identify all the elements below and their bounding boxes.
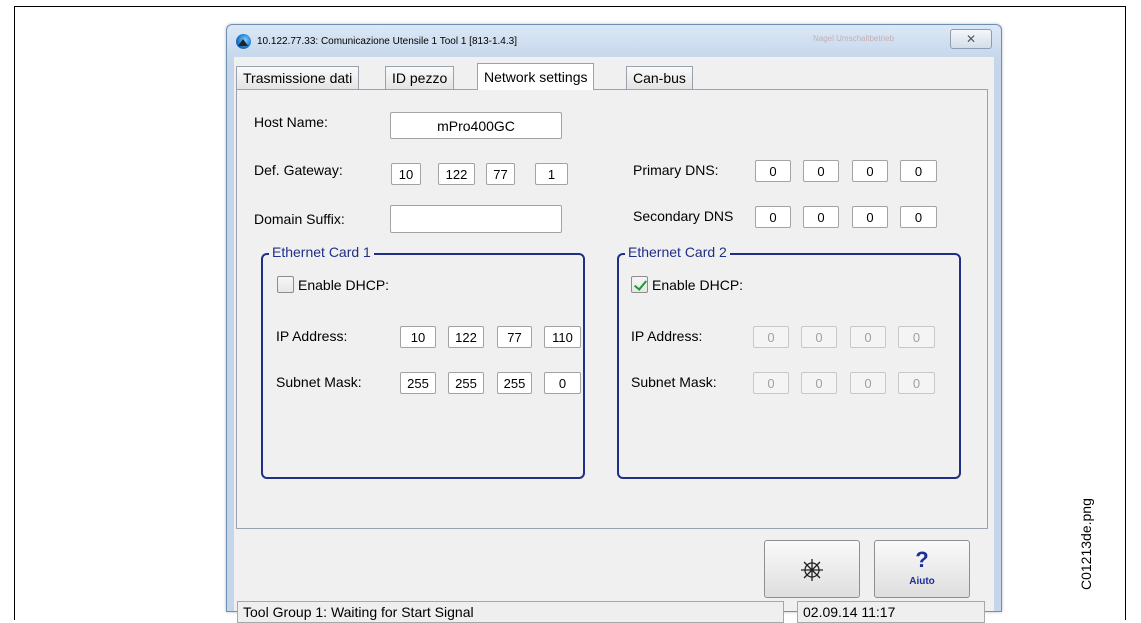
primary-dns-octet-2[interactable]: 0 (803, 160, 839, 182)
gateway-octet-4[interactable]: 1 (535, 163, 568, 185)
primary-dns-octet-3[interactable]: 0 (852, 160, 888, 182)
gateway-label: Def. Gateway: (254, 162, 343, 178)
card-2-dhcp-label: Enable DHCP: (652, 277, 744, 293)
primary-dns-label: Primary DNS: (633, 162, 719, 178)
card-1-dhcp-checkbox[interactable] (277, 276, 294, 293)
secondary-dns-octet-3[interactable]: 0 (852, 206, 888, 228)
primary-dns-octet-1[interactable]: 0 (755, 160, 791, 182)
client-area: Trasmissione dati ID pezzo Network setti… (234, 57, 994, 623)
gateway-octet-3[interactable]: 77 (486, 163, 515, 185)
secondary-dns-octet-4[interactable]: 0 (900, 206, 937, 228)
frame-top-border (14, 6, 1126, 7)
title-bar[interactable]: 10.122.77.33: Comunicazione Utensile 1 T… (227, 25, 1001, 57)
help-label: Aiuto (909, 576, 935, 587)
card-1-mask-label: Subnet Mask: (276, 374, 362, 390)
tab-network-settings[interactable]: Network settings (477, 63, 595, 90)
card-1-mask-octet-3[interactable]: 255 (497, 372, 532, 394)
card-1-ip-octet-4[interactable]: 110 (544, 326, 581, 348)
ethernet-card-1-title: Ethernet Card 1 (269, 244, 374, 260)
primary-dns-octet-4[interactable]: 0 (900, 160, 937, 182)
card-1-mask-octet-2[interactable]: 255 (448, 372, 484, 394)
domain-suffix-field[interactable] (390, 205, 562, 233)
gateway-octet-2[interactable]: 122 (438, 163, 475, 185)
card-2-ip-octet-1[interactable]: 0 (753, 326, 789, 348)
help-icon: ? (915, 547, 929, 572)
ethernet-card-2-group: Ethernet Card 2 Enable DHCP: IP Address:… (617, 244, 961, 479)
card-2-mask-octet-2[interactable]: 0 (801, 372, 837, 394)
card-1-ip-octet-3[interactable]: 77 (497, 326, 532, 348)
network-settings-panel: Host Name: mPro400GC Def. Gateway: 10 12… (236, 89, 988, 529)
card-2-ip-octet-2[interactable]: 0 (801, 326, 837, 348)
card-1-dhcp-label: Enable DHCP: (298, 277, 390, 293)
host-name-field[interactable]: mPro400GC (390, 112, 562, 139)
dialog-window: 10.122.77.33: Comunicazione Utensile 1 T… (226, 24, 1002, 623)
image-caption: C01213de.png (1078, 498, 1094, 590)
ethernet-card-1-group: Ethernet Card 1 Enable DHCP: IP Address:… (261, 244, 585, 479)
card-2-dhcp-checkbox[interactable] (631, 276, 648, 293)
window-title: 10.122.77.33: Comunicazione Utensile 1 T… (257, 36, 517, 47)
host-name-label: Host Name: (254, 114, 328, 130)
domain-suffix-label: Domain Suffix: (254, 211, 345, 227)
help-button[interactable]: ? Aiuto (874, 540, 970, 598)
card-2-mask-octet-3[interactable]: 0 (850, 372, 886, 394)
secondary-dns-octet-1[interactable]: 0 (755, 206, 791, 228)
frame-left-border (14, 6, 15, 620)
secondary-dns-label: Secondary DNS (633, 208, 734, 224)
tab-trasmissione-dati[interactable]: Trasmissione dati (236, 66, 360, 89)
network-icon (801, 559, 823, 581)
app-icon (236, 34, 251, 49)
card-2-ip-octet-4[interactable]: 0 (898, 326, 935, 348)
card-2-ip-octet-3[interactable]: 0 (850, 326, 886, 348)
card-2-mask-octet-4[interactable]: 0 (898, 372, 935, 394)
gateway-octet-1[interactable]: 10 (391, 163, 421, 185)
close-button[interactable]: ✕ (950, 29, 992, 49)
card-1-mask-octet-1[interactable]: 255 (400, 372, 436, 394)
network-button[interactable] (764, 540, 860, 598)
card-1-mask-octet-4[interactable]: 0 (544, 372, 581, 394)
card-2-mask-label: Subnet Mask: (631, 374, 717, 390)
secondary-dns-octet-2[interactable]: 0 (803, 206, 839, 228)
card-1-ip-octet-2[interactable]: 122 (448, 326, 484, 348)
card-2-mask-octet-1[interactable]: 0 (753, 372, 789, 394)
card-1-ip-octet-1[interactable]: 10 (400, 326, 436, 348)
tab-can-bus[interactable]: Can-bus (626, 66, 693, 89)
window-title-aux: Nagel Umschaltbetrieb (813, 34, 894, 43)
card-1-ip-label: IP Address: (276, 328, 348, 344)
close-icon: ✕ (965, 32, 977, 46)
card-2-ip-label: IP Address: (631, 328, 703, 344)
frame-right-border (1125, 6, 1126, 620)
ethernet-card-2-title: Ethernet Card 2 (625, 244, 730, 260)
tab-id-pezzo[interactable]: ID pezzo (385, 66, 455, 89)
